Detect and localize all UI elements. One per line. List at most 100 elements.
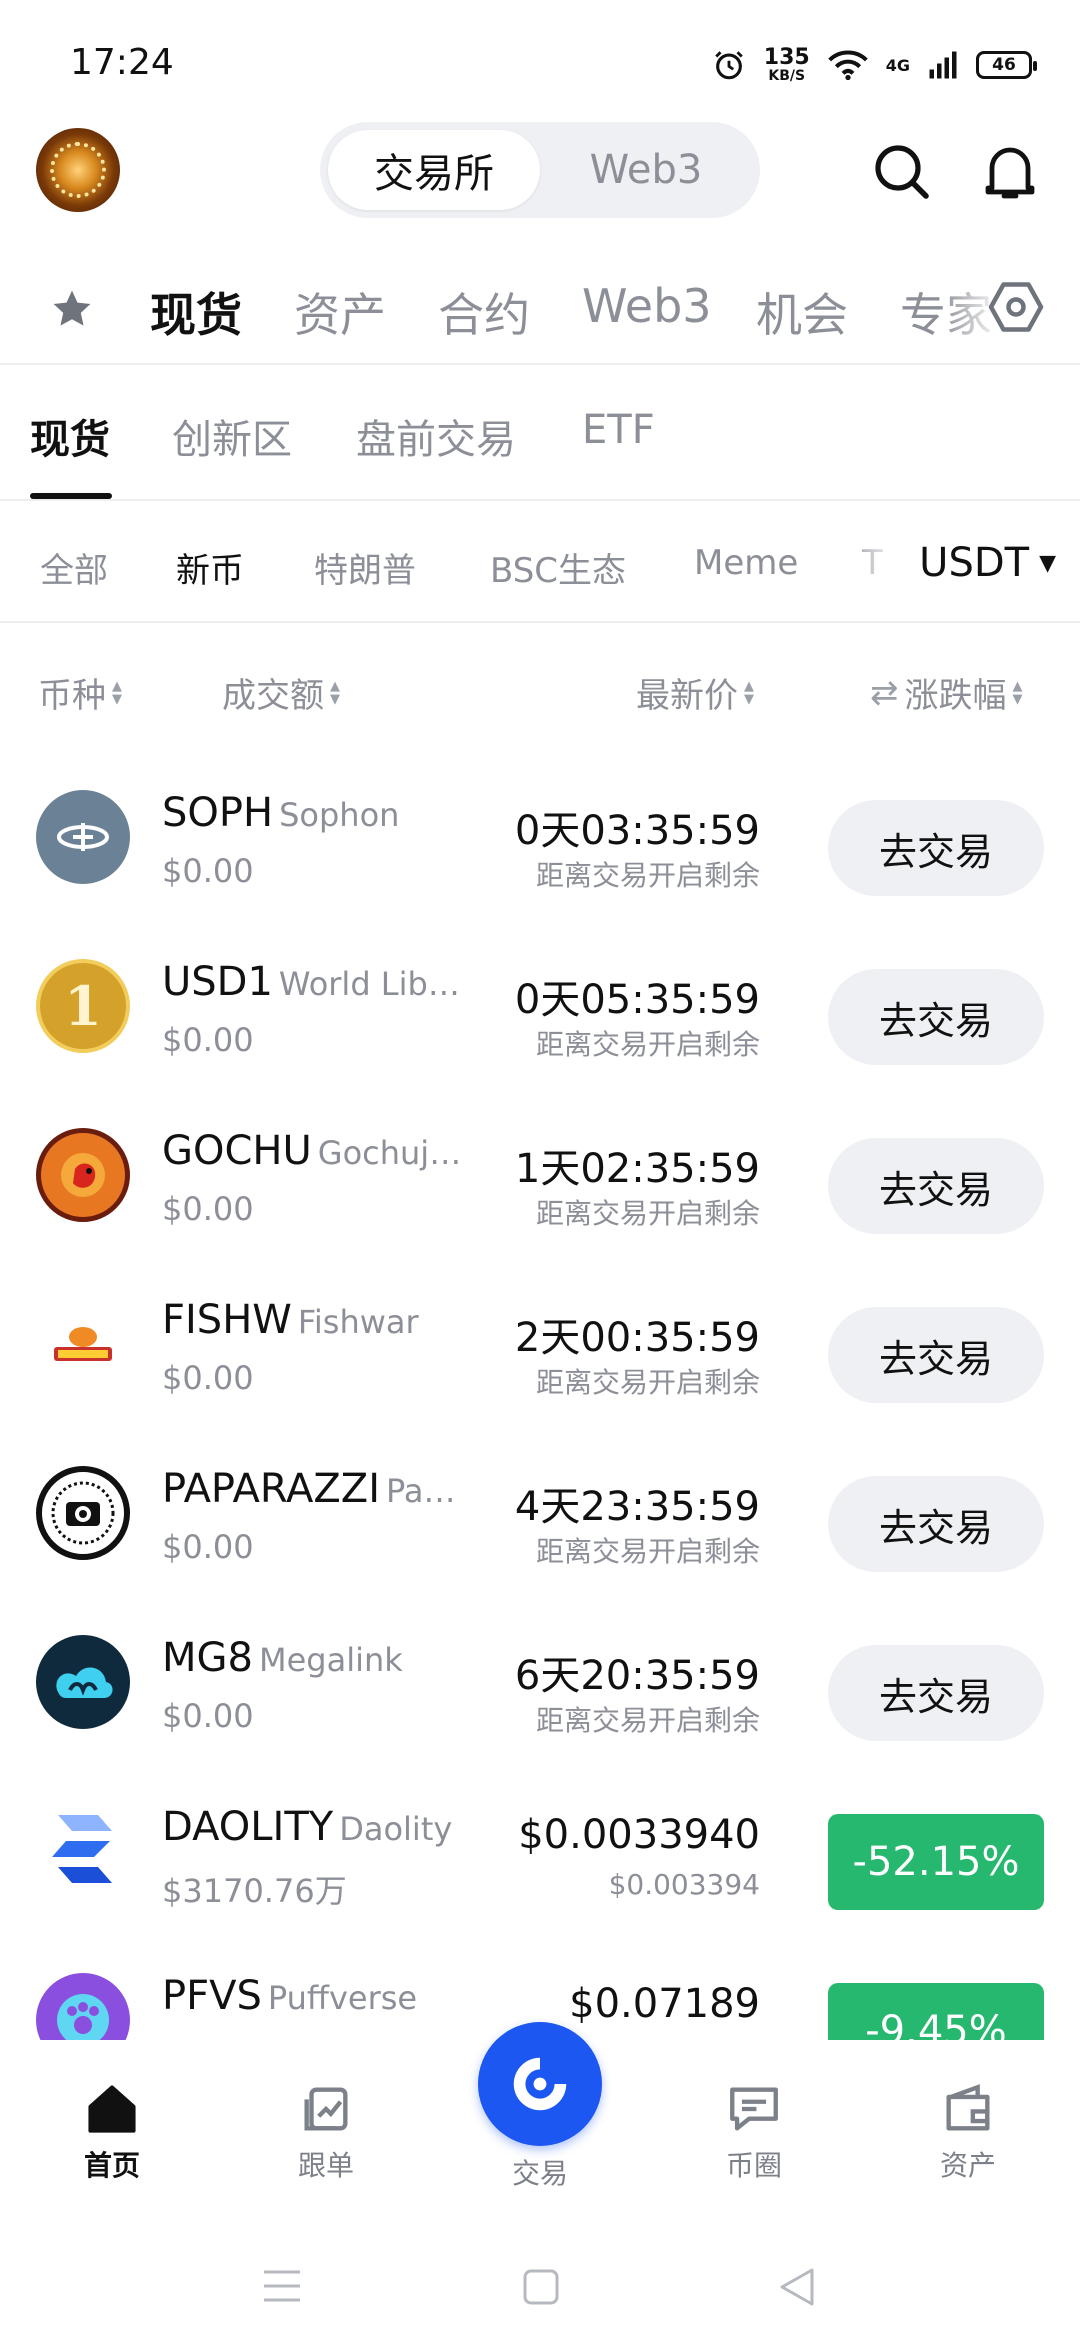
home-square-icon[interactable] — [522, 2268, 560, 2306]
nav-trade[interactable] — [478, 2022, 602, 2146]
nav-home[interactable]: 首页 — [32, 2080, 192, 2184]
avatar[interactable] — [36, 128, 120, 212]
filter-trump[interactable]: 特朗普 — [314, 543, 416, 592]
countdown-label: 距离交易开启剩余 — [535, 1704, 760, 1737]
coin-volume: $0.00 — [162, 1021, 254, 1059]
coin-symbol: PAPARAZZI — [162, 1466, 380, 1512]
filter-new-coins[interactable]: 新币 — [176, 543, 244, 592]
exchange-web3-switch[interactable]: 交易所 Web3 — [320, 122, 760, 218]
sort-icon: ▲ ▼ — [112, 678, 122, 707]
coin-volume: $0.00 — [162, 852, 254, 890]
pfvs-icon — [36, 1973, 130, 2040]
sort-icon: ▲ ▼ — [744, 678, 754, 707]
column-change[interactable]: ⇄ 涨跌幅 ▲ ▼ — [870, 668, 1023, 717]
tab-assets[interactable]: 资产 — [294, 279, 386, 345]
list-item[interactable]: PAPARAZZI Pa… $0.00 4天23:35:59 距离交易开启剩余 去… — [0, 1436, 1080, 1605]
coin-volume: $0.00 — [162, 1697, 254, 1735]
column-coin[interactable]: 币种 ▲ ▼ — [38, 668, 122, 717]
coin-symbol: USD1 — [162, 959, 273, 1005]
last-price: $0.0033940 — [518, 1812, 760, 1858]
active-tab-indicator — [30, 493, 112, 499]
gochu-icon — [36, 1128, 130, 1222]
sort-icon: ▲ ▼ — [330, 678, 340, 707]
nav-community[interactable]: 币圈 — [674, 2080, 834, 2184]
coin-symbol: FISHW — [162, 1297, 292, 1343]
coin-fullname: Gochuj… — [317, 1134, 462, 1172]
last-price: $0.07189 — [569, 1981, 760, 2027]
category-filters: 全部 新币 特朗普 BSC生态 Meme T USDT ▼ — [0, 503, 1080, 623]
alarm-icon — [715, 51, 743, 80]
paparazzi-icon — [36, 1466, 130, 1560]
status-time: 17:24 — [70, 42, 174, 83]
subtab-spot[interactable]: 现货 — [30, 407, 110, 465]
coin-fullname: World Lib… — [278, 965, 460, 1003]
go-trade-button[interactable]: 去交易 — [828, 1476, 1044, 1572]
countdown: 4天23:35:59 — [514, 1484, 760, 1530]
go-trade-button[interactable]: 去交易 — [828, 1645, 1044, 1741]
subtab-innovation[interactable]: 创新区 — [172, 407, 292, 465]
list-item[interactable]: DAOLITY Daolity $3170.76万 $0.0033940 $0.0… — [0, 1774, 1080, 1943]
segment-exchange[interactable]: 交易所 — [328, 130, 540, 210]
change-badge[interactable]: -52.15% — [828, 1814, 1044, 1910]
market-list: SOPH Sophon $0.00 0天03:35:59 距离交易开启剩余 去交易… — [0, 760, 1080, 2040]
bell-icon[interactable] — [978, 140, 1042, 204]
daolity-icon — [36, 1804, 130, 1898]
coin-fullname: Pa… — [386, 1472, 456, 1510]
change-badge[interactable]: -9.45% — [828, 1983, 1044, 2040]
nav-assets[interactable]: 资产 — [888, 2080, 1048, 2184]
status-bar: 17:24 135 KB/S 4G 46 — [0, 0, 1080, 120]
swap-icon: ⇄ — [870, 672, 899, 713]
subtab-etf[interactable]: ETF — [582, 407, 655, 453]
filter-all[interactable]: 全部 — [40, 543, 108, 592]
main-tabs: 现货 资产 合约 Web3 机会 专家 — [0, 255, 1080, 365]
subtab-premarket[interactable]: 盘前交易 — [356, 407, 516, 465]
list-item[interactable]: GOCHU Gochuj… $0.00 1天02:35:59 距离交易开启剩余 去… — [0, 1098, 1080, 1267]
countdown-label: 距离交易开启剩余 — [535, 1028, 760, 1061]
segment-web3[interactable]: Web3 — [540, 130, 752, 210]
go-trade-button[interactable]: 去交易 — [828, 1307, 1044, 1403]
go-trade-button[interactable]: 去交易 — [828, 1138, 1044, 1234]
tab-opportunity[interactable]: 机会 — [756, 279, 848, 345]
coin-volume: $0.00 — [162, 1359, 254, 1397]
coin-fullname: Sophon — [279, 796, 400, 834]
countdown: 0天05:35:59 — [514, 977, 760, 1023]
last-price-usd: $0.003394 — [608, 1868, 760, 1901]
search-icon[interactable] — [870, 140, 934, 204]
countdown: 0天03:35:59 — [514, 808, 760, 854]
coin-volume: $3170.76万 — [162, 1872, 347, 1910]
tab-web3[interactable]: Web3 — [582, 279, 712, 333]
coin-fullname: Megalink — [258, 1641, 403, 1679]
wifi-icon — [827, 50, 868, 80]
mg8-icon — [36, 1635, 130, 1729]
go-trade-button[interactable]: 去交易 — [828, 969, 1044, 1065]
filter-meme[interactable]: Meme — [694, 543, 798, 583]
header: 交易所 Web3 — [0, 120, 1080, 240]
countdown-label: 距离交易开启剩余 — [535, 1197, 760, 1230]
coin-symbol: DAOLITY — [162, 1804, 334, 1850]
column-volume[interactable]: 成交额 ▲ ▼ — [222, 668, 340, 717]
menu-icon[interactable] — [262, 2268, 302, 2304]
list-item[interactable]: FISHW Fishwar $0.00 2天00:35:59 距离交易开启剩余 去… — [0, 1267, 1080, 1436]
bottom-nav: 首页 跟单 交易 币圈 资产 — [0, 2022, 1080, 2220]
list-item[interactable]: 1 USD1 World Lib… $0.00 0天05:35:59 距离交易开启… — [0, 929, 1080, 1098]
sub-tabs: 现货 创新区 盘前交易 ETF — [0, 365, 1080, 501]
countdown: 1天02:35:59 — [514, 1146, 760, 1192]
coin-fullname: Fishwar — [297, 1303, 419, 1341]
coin-symbol: SOPH — [162, 790, 274, 836]
tab-futures[interactable]: 合约 — [438, 279, 530, 345]
quote-currency-label: USDT — [919, 540, 1030, 586]
back-icon[interactable] — [776, 2266, 816, 2308]
wallet-icon — [946, 2084, 990, 2131]
column-last-price[interactable]: 最新价 ▲ ▼ — [636, 668, 754, 717]
quote-currency-select[interactable]: USDT ▼ — [909, 533, 1056, 593]
list-item[interactable]: MG8 Megalink $0.00 6天20:35:59 距离交易开启剩余 去交… — [0, 1605, 1080, 1774]
copy-trade-icon — [304, 2087, 348, 2131]
favorites-star-icon[interactable] — [50, 287, 94, 331]
go-trade-button[interactable]: 去交易 — [828, 800, 1044, 896]
nav-copy-trade[interactable]: 跟单 — [246, 2080, 406, 2184]
list-item[interactable]: SOPH Sophon $0.00 0天03:35:59 距离交易开启剩余 去交易 — [0, 760, 1080, 929]
settings-hexagon-icon[interactable] — [986, 277, 1046, 337]
coin-symbol: MG8 — [162, 1635, 253, 1681]
filter-bsc[interactable]: BSC生态 — [490, 543, 626, 592]
tab-spot[interactable]: 现货 — [150, 279, 242, 345]
